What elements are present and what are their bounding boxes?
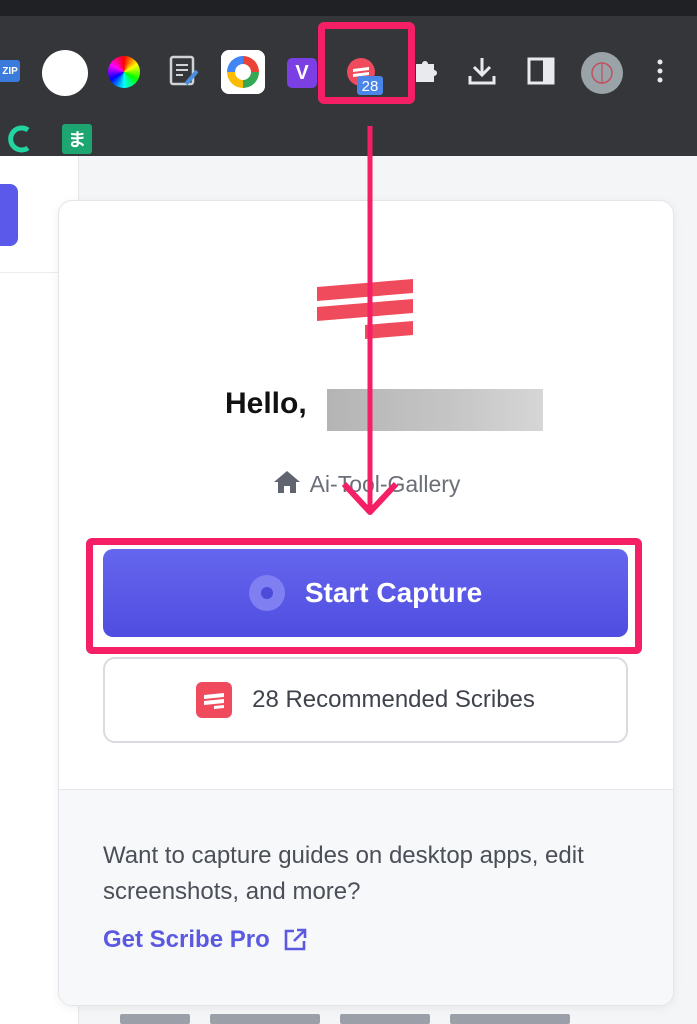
greeting: Hello, [225,387,307,420]
browser-toolbar: ZIP V 28 ま [0,16,697,156]
notes-extension-icon[interactable] [168,54,200,88]
promo-text: Want to capture guides on desktop apps, … [103,842,584,905]
m-bookmark-icon[interactable]: ま [62,124,92,154]
home-icon [273,471,300,493]
record-icon [248,575,285,611]
redacted-user-name [327,389,543,431]
browser-top-strip [0,0,697,16]
page-left-button[interactable] [0,184,18,246]
zip-extension-icon[interactable]: ZIP [0,60,20,82]
workspace-label: Ai-Tool-Gallery [59,469,673,498]
get-scribe-pro-link[interactable]: Get Scribe Pro [103,926,308,954]
download-icon[interactable] [466,54,498,88]
c-bookmark-icon[interactable] [6,124,34,154]
color-wheel-extension-icon[interactable] [108,56,140,88]
google-extension-icon[interactable] [221,50,265,94]
get-scribe-pro-label: Get Scribe Pro [103,926,270,953]
recommended-scribes-button[interactable]: 28 Recommended Scribes [103,657,628,743]
scribe-extension-icon[interactable]: 28 [343,56,383,96]
workspace-name: Ai-Tool-Gallery [309,471,461,497]
profile-avatar[interactable] [581,52,623,94]
v-extension-icon[interactable]: V [287,58,317,88]
more-menu-icon[interactable] [650,56,670,86]
white-circle-extension-icon[interactable] [42,50,88,96]
scribe-logo [317,279,413,339]
external-link-icon [284,928,307,951]
popup-footer: Want to capture guides on desktop apps, … [59,789,673,1005]
recommended-scribes-label: 28 Recommended Scribes [252,686,535,713]
scribe-mini-logo-icon [196,682,233,718]
scribe-badge-count: 28 [362,78,379,95]
scribe-popup: Hello, Ai-Tool-Gallery Start Capture 28 … [58,200,674,1006]
page-text-fragment [80,1008,680,1024]
start-capture-button[interactable]: Start Capture [103,549,628,637]
side-panel-icon[interactable] [527,57,555,85]
start-capture-label: Start Capture [304,577,483,608]
extensions-puzzle-icon[interactable] [410,56,440,86]
